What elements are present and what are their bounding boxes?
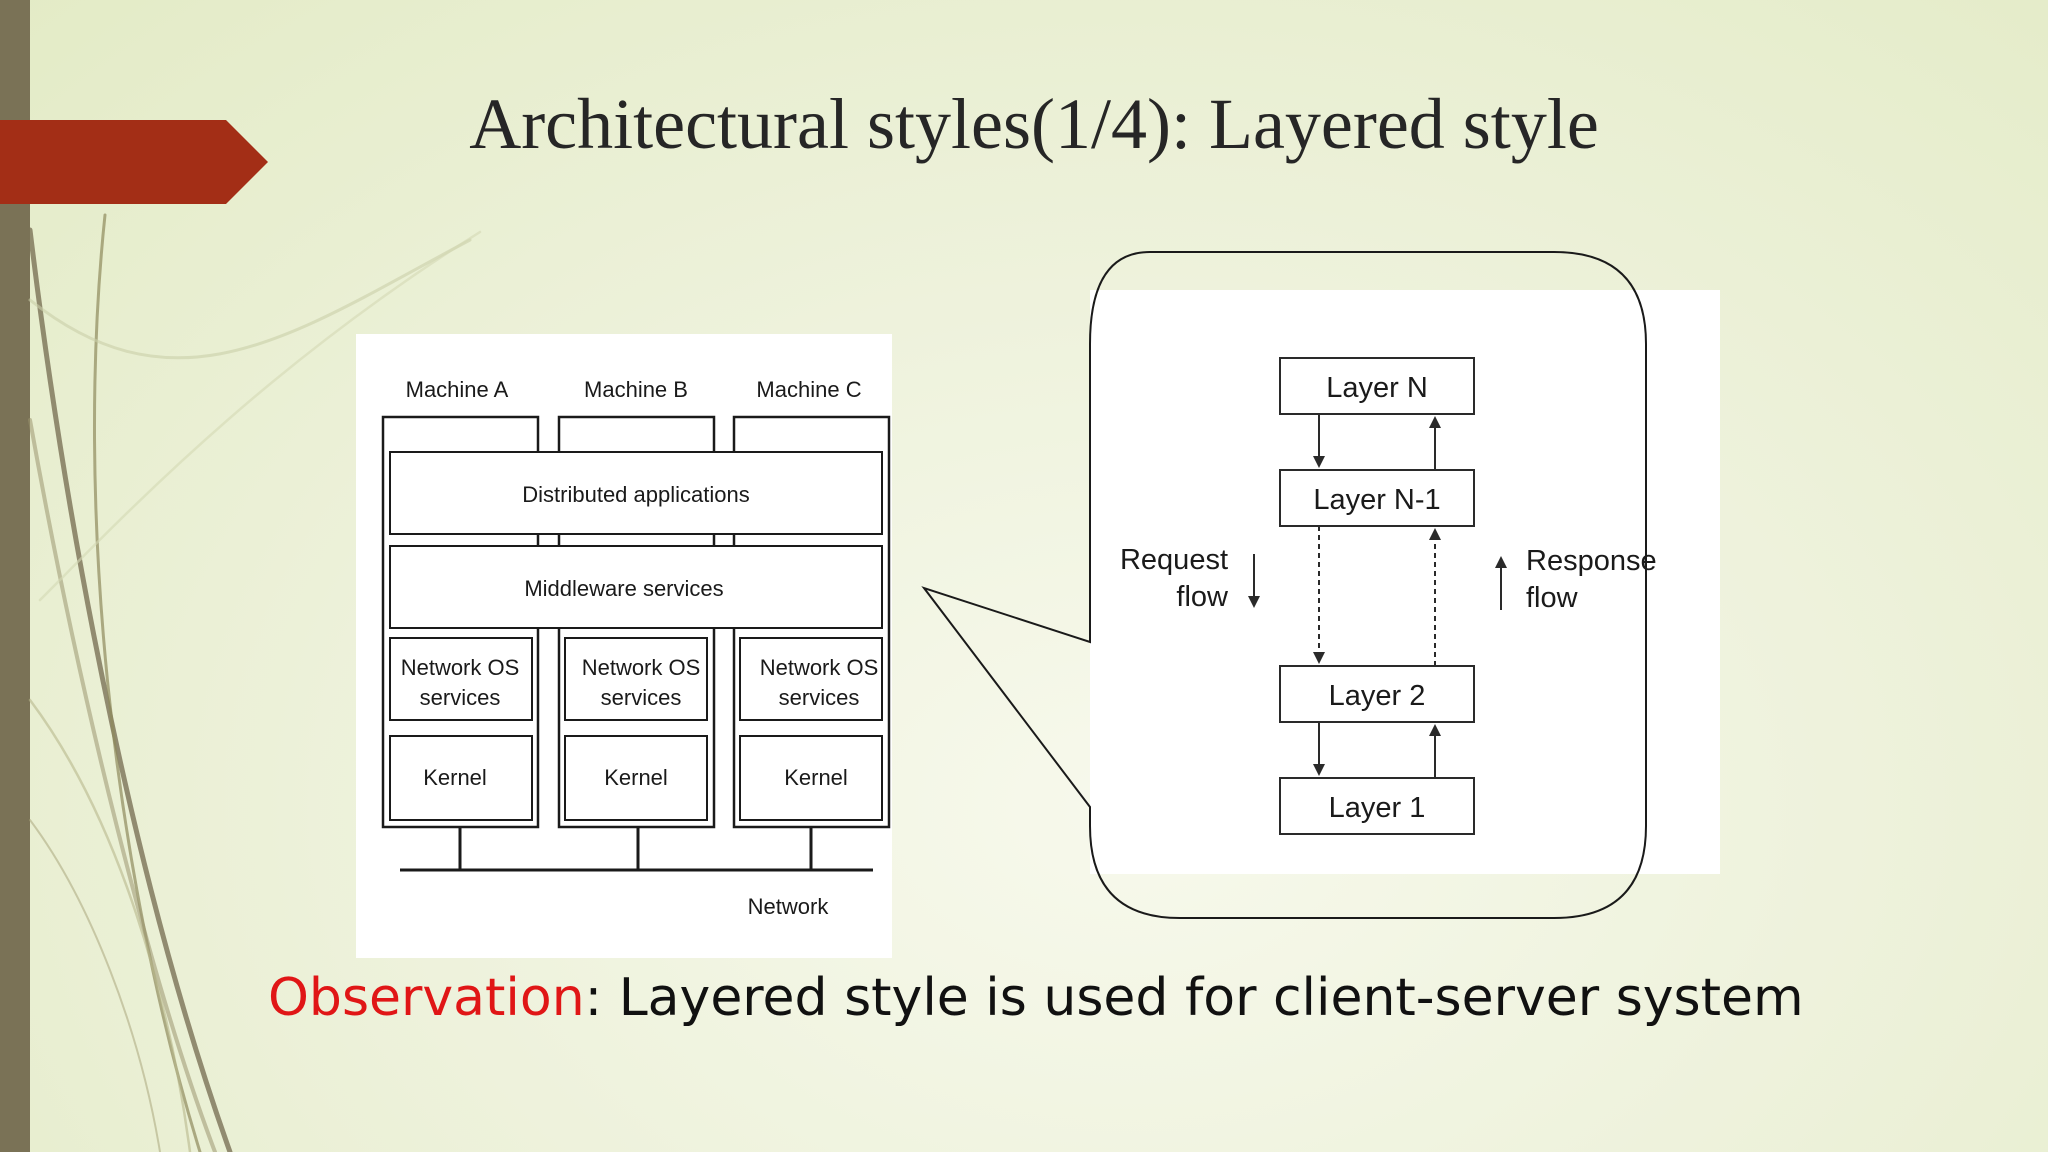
machine-b-label: Machine B	[584, 377, 688, 402]
network-label: Network	[748, 894, 830, 919]
distributed-applications-label: Distributed applications	[522, 482, 749, 507]
request-flow-label-line1: Request	[1120, 544, 1228, 576]
network-os-label-a-line2: services	[420, 685, 501, 710]
request-flow-label-line2: flow	[1176, 581, 1229, 613]
machine-a-label: Machine A	[406, 377, 509, 402]
distributed-system-diagram: Machine A Machine B Machine C Distribute…	[356, 334, 892, 958]
layer-n-label: Layer N	[1326, 372, 1428, 404]
response-flow-label-line1: Response	[1526, 545, 1657, 577]
observation-text: Observation: Layered style is used for c…	[268, 968, 1804, 1028]
network-os-label-c-line1: Network OS	[760, 655, 879, 680]
network-os-label-a-line1: Network OS	[401, 655, 520, 680]
machine-c-label: Machine C	[756, 377, 861, 402]
layer-1-label: Layer 1	[1329, 792, 1426, 824]
network-os-label-b-line2: services	[601, 685, 682, 710]
slide: Architectural styles(1/4): Layered style…	[0, 0, 2048, 1152]
kernel-label-a: Kernel	[423, 765, 487, 790]
observation-key: Observation	[268, 968, 585, 1028]
kernel-label-c: Kernel	[784, 765, 848, 790]
layer-2-label: Layer 2	[1329, 680, 1426, 712]
observation-body: : Layered style is used for client-serve…	[584, 968, 1804, 1028]
response-flow-label-line2: flow	[1526, 582, 1579, 614]
network-os-label-b-line1: Network OS	[582, 655, 701, 680]
layered-diagram-callout: Layer N Layer N-1 Layer 2 Layer 1 Reques…	[921, 251, 1720, 919]
network-os-label-c-line2: services	[779, 685, 860, 710]
middleware-services-label: Middleware services	[524, 576, 723, 601]
kernel-label-b: Kernel	[604, 765, 668, 790]
layer-n-1-label: Layer N-1	[1313, 484, 1440, 516]
